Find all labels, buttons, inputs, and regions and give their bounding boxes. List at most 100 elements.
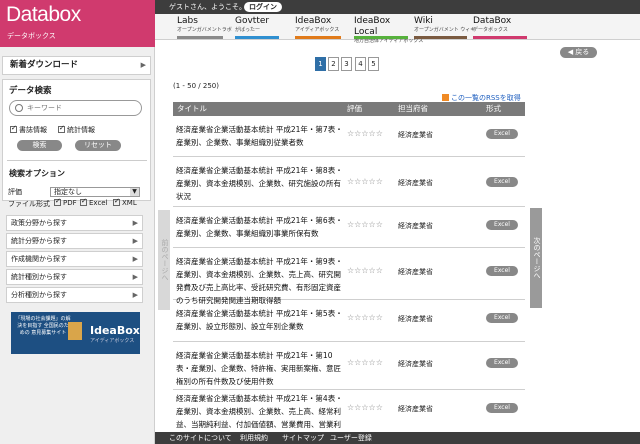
nav-underline xyxy=(235,36,279,39)
rating-stars[interactable]: ☆☆☆☆☆ xyxy=(347,313,383,322)
page-1[interactable]: 1 xyxy=(315,57,326,71)
excel-badge[interactable]: Excel xyxy=(486,266,518,276)
rating-stars[interactable]: ☆☆☆☆☆ xyxy=(347,129,383,138)
browse-analysis-type[interactable]: 分析種別から探す ▶ xyxy=(6,287,143,303)
dataset-title-link[interactable]: 経済産業省企業活動基本統計 平成21年・第7表・産業別、企業数、事業組織別従業者… xyxy=(176,123,346,149)
banner-text: 「現場の社会課題」の解決を目指す 全国民のための 意見募集サイト xyxy=(15,316,71,336)
books-checkbox[interactable]: 書誌情報 xyxy=(10,124,47,135)
back-button[interactable]: ◀ 戻る xyxy=(560,47,597,58)
nav-subtitle: オープンガバメント ウィキ xyxy=(414,27,476,33)
table-row: 経済産業省企業活動基本統計 平成21年・第7表・産業別、企業数、事業組織別従業者… xyxy=(173,116,525,157)
nav-item-ideabox[interactable]: IdeaBox アイディアボックス xyxy=(295,16,341,39)
search-button[interactable]: 検索 xyxy=(17,140,62,151)
chevron-right-icon: ▶ xyxy=(132,237,138,245)
nav-underline xyxy=(177,36,223,39)
excel-badge[interactable]: Excel xyxy=(486,403,518,413)
excel-badge[interactable]: Excel xyxy=(486,177,518,187)
page-2[interactable]: 2 xyxy=(328,57,339,71)
nav-item-databox[interactable]: DataBox データボックス xyxy=(473,16,527,39)
browse-policy[interactable]: 政策分野から探す ▶ xyxy=(6,215,143,231)
browse-label: 統計分野から探す xyxy=(11,237,67,245)
ministry: 経済産業省 xyxy=(398,405,433,413)
xml-label: XML xyxy=(122,199,137,207)
login-button[interactable]: ログイン xyxy=(244,2,282,12)
nav-underline xyxy=(473,36,527,39)
stats-label: 統計情報 xyxy=(67,126,95,134)
table-row: 経済産業省企業活動基本統計 平成21年・第4表・産業別、資本金規模別、企業数、売… xyxy=(173,390,525,442)
xml-checkbox[interactable]: XML xyxy=(113,197,137,207)
excel-badge[interactable]: Excel xyxy=(486,358,518,368)
table-row: 経済産業省企業活動基本統計 平成21年・第9表・産業別、資本金規模別、企業数、売… xyxy=(173,248,525,305)
rating-stars[interactable]: ☆☆☆☆☆ xyxy=(347,177,383,186)
browse-stat-field[interactable]: 統計分野から探す ▶ xyxy=(6,233,143,249)
nav-item-govtter[interactable]: Govtter がばったー xyxy=(235,16,279,39)
rating-stars[interactable]: ☆☆☆☆☆ xyxy=(347,266,383,275)
search-icon xyxy=(15,104,23,112)
dataset-title-link[interactable]: 経済産業省企業活動基本統計 平成21年・第10表・産業別、企業数、特許権、実用新… xyxy=(176,349,346,388)
ministry: 経済産業省 xyxy=(398,360,433,368)
dataset-title-link[interactable]: 経済産業省企業活動基本統計 平成21年・第5表・産業別、設立形態別、設立年別企業… xyxy=(176,307,346,333)
divider xyxy=(7,160,147,161)
banner-subtitle: アイディアボックス xyxy=(90,338,135,344)
next-page-tab[interactable]: 次のページへ xyxy=(530,208,542,308)
page-4[interactable]: 4 xyxy=(355,57,366,71)
pdf-checkbox[interactable]: PDF xyxy=(54,197,77,207)
reset-button[interactable]: リセット xyxy=(75,140,121,151)
rss-icon xyxy=(442,94,449,101)
table-row: 経済産業省企業活動基本統計 平成21年・第5表・産業別、設立形態別、設立年別企業… xyxy=(173,300,525,342)
rating-label: 評価 xyxy=(8,188,22,196)
browse-agency[interactable]: 作成機関から探す ▶ xyxy=(6,251,143,267)
left-sidebar: 新着ダウンロード ▶ データ検索 書誌情報 統計情報 検索 リセット 検索オプシ… xyxy=(0,47,155,444)
ministry: 経済産業省 xyxy=(398,179,433,187)
ideabox-banner[interactable]: 「現場の社会課題」の解決を目指す 全国民のための 意見募集サイト IdeaBox… xyxy=(11,312,140,354)
excel-badge[interactable]: Excel xyxy=(486,313,518,323)
guest-greeting: ゲストさん、ようこそ。 xyxy=(169,3,246,11)
rating-stars[interactable]: ☆☆☆☆☆ xyxy=(347,403,383,412)
banner-title: IdeaBox xyxy=(90,324,140,337)
col-title: タイトル xyxy=(177,104,207,113)
nav-item-ideabox-local[interactable]: IdeaBox Local 地方自治体アイディアボックス xyxy=(354,16,423,44)
prev-page-label: 前のページへ xyxy=(161,239,169,281)
chevron-right-icon: ▶ xyxy=(132,219,138,227)
footer-about-link[interactable]: このサイトについて xyxy=(169,432,232,444)
nav-underline xyxy=(295,36,341,39)
keyword-input[interactable] xyxy=(27,103,137,113)
excel-badge[interactable]: Excel xyxy=(486,220,518,230)
books-label: 書誌情報 xyxy=(19,126,47,134)
logo-subtitle: データボックス xyxy=(7,32,56,40)
ministry: 経済産業省 xyxy=(398,268,433,276)
rating-stars[interactable]: ☆☆☆☆☆ xyxy=(347,358,383,367)
keyword-box xyxy=(9,100,142,116)
chevron-right-icon: ▶ xyxy=(132,273,138,281)
nav-title: IdeaBox Local xyxy=(354,16,391,37)
prev-page-tab[interactable]: 前のページへ xyxy=(158,210,170,310)
rating-select[interactable]: 指定なし ▼ xyxy=(50,187,140,197)
stats-checkbox[interactable]: 統計情報 xyxy=(58,124,95,135)
nav-item-wiki[interactable]: Wiki オープンガバメント ウィキ xyxy=(414,16,476,39)
page-5[interactable]: 5 xyxy=(368,57,379,71)
nav-item-labs[interactable]: Labs オープンガバメントラボ xyxy=(177,16,232,39)
global-nav: Labs オープンガバメントラボ Govtter がばったー IdeaBox ア… xyxy=(155,14,640,44)
footer-terms-link[interactable]: 利用規約 xyxy=(240,432,268,444)
options-title: 検索オプション xyxy=(9,169,65,178)
result-count: (1 - 50 / 250) xyxy=(173,82,219,90)
browse-label: 政策分野から探す xyxy=(11,219,67,227)
nav-subtitle: 地方自治体アイディアボックス xyxy=(354,38,424,44)
table-row: 経済産業省企業活動基本統計 平成21年・第8表・産業別、資本金規模別、企業数、研… xyxy=(173,157,525,207)
search-title: データ検索 xyxy=(9,86,52,96)
col-format: 形式 xyxy=(486,104,501,113)
page-3[interactable]: 3 xyxy=(341,57,352,71)
footer-register-link[interactable]: ユーザー登録 xyxy=(330,432,372,444)
dataset-title-link[interactable]: 経済産業省企業活動基本統計 平成21年・第8表・産業別、資本金規模別、企業数、研… xyxy=(176,164,346,203)
excel-badge[interactable]: Excel xyxy=(486,129,518,139)
footer-sitemap-link[interactable]: サイトマップ xyxy=(282,432,324,444)
new-downloads-link[interactable]: 新着ダウンロード ▶ xyxy=(2,56,151,75)
rating-value: 指定なし xyxy=(54,188,82,196)
nav-subtitle: アイディアボックス xyxy=(295,27,340,33)
dataset-title-link[interactable]: 経済産業省企業活動基本統計 平成21年・第6表・産業別、企業数、事業組織別事業所… xyxy=(176,214,346,240)
databox-logo[interactable]: Databox データボックス xyxy=(0,0,155,47)
browse-stat-type[interactable]: 統計種別から探す ▶ xyxy=(6,269,143,285)
excel-checkbox[interactable]: Excel xyxy=(80,197,108,207)
rating-stars[interactable]: ☆☆☆☆☆ xyxy=(347,220,383,229)
col-rating: 評価 xyxy=(347,104,362,113)
